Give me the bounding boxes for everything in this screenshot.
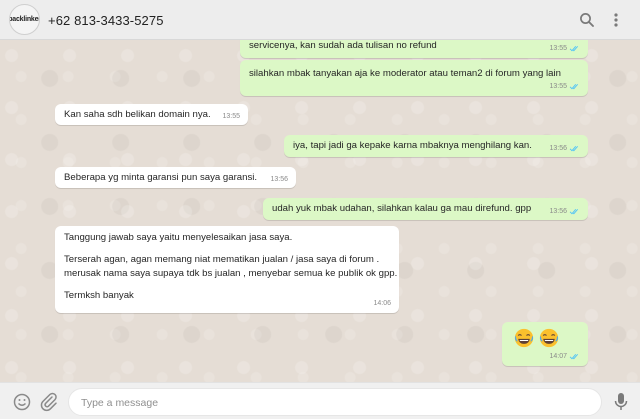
timestamp: 13:56 [549, 144, 567, 152]
message-line: merusak nama saya supaya tdk bs jualan ,… [64, 268, 398, 279]
message-time: 13:55 [549, 80, 580, 93]
read-tick-icon [569, 45, 579, 52]
message-outgoing[interactable]: silahkan mbak tanyakan aja ke moderator … [240, 60, 588, 96]
message-line: Termksh banyak [64, 290, 134, 301]
message-text: iya, tapi jadi ga kepake karna mbaknya m… [293, 140, 532, 151]
timestamp: 13:56 [549, 207, 567, 215]
laughing-emoji-icon [514, 328, 534, 348]
emoji-icon[interactable] [13, 393, 31, 411]
message-outgoing[interactable]: servicenya, kan sudah ada tulisan no ref… [240, 40, 588, 58]
message-input-placeholder: Type a message [81, 397, 159, 409]
attach-icon[interactable] [40, 392, 58, 412]
message-incoming[interactable]: Beberapa yg minta garansi pun saya garan… [55, 167, 296, 188]
avatar-logo: backlinker [9, 16, 40, 23]
message-time: 14:07 [549, 350, 580, 363]
message-outgoing[interactable]: 14:07 [502, 322, 588, 366]
contact-name[interactable]: +62 813-3433-5275 [48, 13, 164, 28]
message-time: 13:55 [222, 110, 240, 123]
composer-bar: Type a message [0, 382, 640, 419]
message-outgoing[interactable]: iya, tapi jadi ga kepake karna mbaknya m… [284, 135, 588, 157]
timestamp: 13:55 [549, 44, 567, 52]
search-icon[interactable] [577, 10, 597, 30]
message-text: Kan saha sdh belikan domain nya. [64, 109, 211, 120]
emoji-message [514, 328, 561, 352]
timestamp: 13:56 [270, 175, 288, 183]
message-time: 13:56 [549, 142, 580, 155]
message-line: Terserah agan, agan memang niat mematika… [64, 254, 380, 265]
chat-header: backlinker +62 813-3433-5275 [0, 0, 640, 40]
message-text: servicenya, kan sudah ada tulisan no ref… [249, 40, 437, 51]
menu-dots-icon[interactable] [606, 10, 626, 30]
message-incoming[interactable]: Kan saha sdh belikan domain nya. 13:55 [55, 104, 248, 125]
message-time: 13:55 [549, 42, 580, 55]
message-time: 13:56 [270, 173, 288, 186]
timestamp: 13:55 [549, 82, 567, 90]
message-list[interactable]: servicenya, kan sudah ada tulisan no ref… [0, 40, 640, 382]
message-input[interactable]: Type a message [68, 388, 602, 416]
message-line: Tanggung jawab saya yaitu menyelesaikan … [64, 232, 293, 243]
message-text: silahkan mbak tanyakan aja ke moderator … [249, 68, 561, 79]
timestamp: 13:55 [222, 112, 240, 120]
timestamp: 14:07 [549, 352, 567, 360]
message-text: Beberapa yg minta garansi pun saya garan… [64, 172, 258, 183]
read-tick-icon [569, 353, 579, 360]
avatar[interactable]: backlinker [9, 4, 40, 35]
message-incoming[interactable]: Tanggung jawab saya yaitu menyelesaikan … [55, 226, 399, 313]
laughing-emoji-icon [539, 328, 558, 348]
read-tick-icon [569, 83, 579, 90]
microphone-icon[interactable] [614, 392, 628, 412]
timestamp: 14:06 [373, 299, 391, 307]
message-outgoing[interactable]: udah yuk mbak udahan, silahkan kalau ga … [263, 198, 588, 220]
message-time: 14:06 [373, 297, 391, 310]
message-text: udah yuk mbak udahan, silahkan kalau ga … [272, 203, 532, 214]
message-time: 13:56 [549, 205, 580, 218]
read-tick-icon [569, 145, 579, 152]
read-tick-icon [569, 208, 579, 215]
